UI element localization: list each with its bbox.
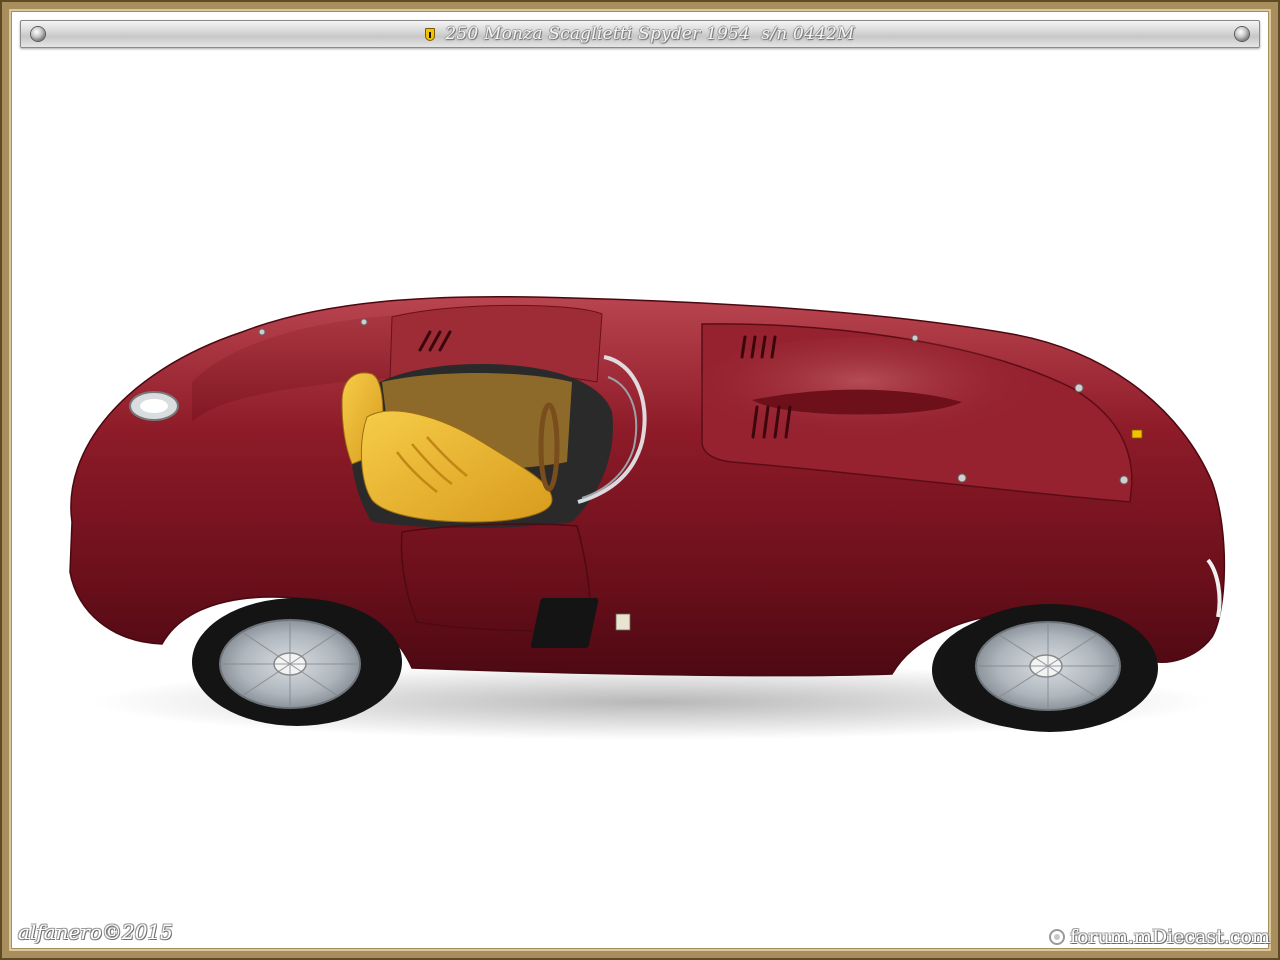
forum-watermark: forum.mDiecast.com xyxy=(1048,926,1270,948)
forum-logo-icon xyxy=(1049,929,1066,945)
photographer-signature: alfanero©2015 xyxy=(18,920,173,944)
side-badge xyxy=(615,613,631,631)
rivet-icon xyxy=(1235,27,1249,41)
car-photo xyxy=(69,295,1226,740)
title-plate: 250 Monza Scaglietti Spyder 1954 s/n 044… xyxy=(20,20,1260,48)
forum-watermark-text: forum.mDiecast.com xyxy=(1070,926,1270,948)
ferrari-shield-icon xyxy=(425,27,436,41)
tail-light-icon xyxy=(129,391,179,421)
hood-badge-icon xyxy=(1131,429,1143,439)
side-vent xyxy=(530,598,599,648)
front-wheel xyxy=(942,604,1158,732)
title-wrap: 250 Monza Scaglietti Spyder 1954 s/n 044… xyxy=(21,21,1259,47)
page-title: 250 Monza Scaglietti Spyder 1954 s/n 044… xyxy=(445,24,855,44)
rear-wheel xyxy=(192,598,402,726)
